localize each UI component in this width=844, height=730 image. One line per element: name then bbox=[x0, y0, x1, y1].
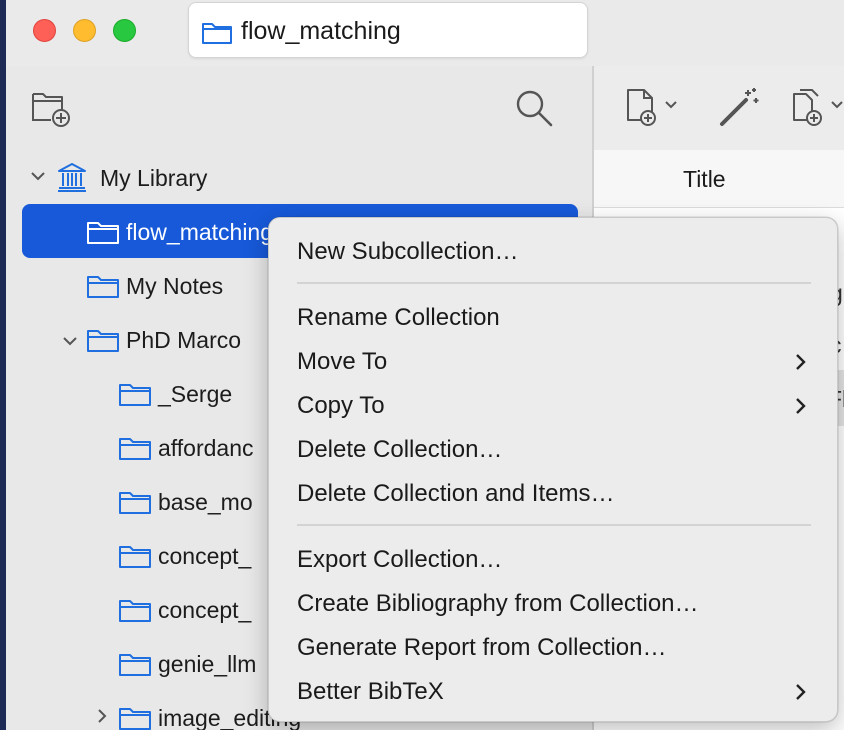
menu-item-delete-collection[interactable]: Delete Collection… bbox=[297, 436, 502, 464]
attachment-icon bbox=[790, 89, 844, 134]
new-item-button[interactable] bbox=[622, 86, 686, 135]
title-column-header[interactable]: Title bbox=[594, 150, 844, 208]
menu-separator bbox=[297, 524, 811, 526]
folder-icon bbox=[118, 596, 152, 629]
folder-icon bbox=[86, 326, 120, 359]
tree-item-label: flow_matching bbox=[126, 219, 274, 245]
new-collection-button[interactable] bbox=[30, 90, 74, 135]
items-toolbar bbox=[594, 66, 844, 151]
folder-icon bbox=[118, 704, 152, 730]
tree-item-label: concept_ bbox=[158, 543, 252, 569]
menu-item-create-bibliography[interactable]: Create Bibliography from Collection… bbox=[297, 590, 699, 618]
search-icon bbox=[514, 90, 554, 132]
chevron-down-icon[interactable] bbox=[30, 169, 46, 187]
chevron-right-icon[interactable] bbox=[96, 708, 108, 729]
tab-title: flow_matching bbox=[241, 17, 401, 45]
magic-wand-button[interactable] bbox=[718, 84, 762, 135]
folder-icon bbox=[118, 488, 152, 521]
folder-icon bbox=[86, 218, 120, 251]
new-item-icon bbox=[622, 89, 686, 134]
chevron-right-icon bbox=[794, 352, 808, 377]
folder-icon bbox=[118, 650, 152, 683]
menu-item-copy-to[interactable]: Copy To bbox=[297, 392, 385, 420]
chevron-right-icon bbox=[794, 396, 808, 421]
new-collection-icon bbox=[30, 93, 74, 134]
search-button[interactable] bbox=[514, 88, 554, 133]
zoom-window-button[interactable] bbox=[113, 19, 136, 42]
tree-item-label: _Serge bbox=[158, 381, 233, 407]
folder-icon bbox=[201, 19, 233, 50]
column-title-label: Title bbox=[683, 166, 726, 192]
menu-item-export-collection[interactable]: Export Collection… bbox=[297, 546, 502, 574]
folder-icon bbox=[86, 272, 120, 305]
folder-icon bbox=[118, 380, 152, 413]
tree-item-label: PhD Marco bbox=[126, 327, 242, 353]
tree-item-my-library[interactable]: My Library bbox=[28, 153, 588, 203]
app-window: flow_matching My Library flow_matching M… bbox=[6, 0, 844, 730]
title-bar: flow_matching bbox=[6, 0, 844, 66]
magic-wand-icon bbox=[718, 88, 762, 134]
menu-item-better-bibtex[interactable]: Better BibTeX bbox=[297, 678, 444, 706]
chevron-down-icon[interactable] bbox=[62, 334, 78, 352]
menu-item-move-to[interactable]: Move To bbox=[297, 348, 387, 376]
menu-item-delete-collection-and-items[interactable]: Delete Collection and Items… bbox=[297, 480, 614, 508]
folder-icon bbox=[118, 542, 152, 575]
library-icon bbox=[56, 161, 88, 198]
tree-item-label: affordanc bbox=[158, 435, 254, 461]
collection-context-menu: New Subcollection… Rename Collection Mov… bbox=[268, 217, 838, 722]
folder-icon bbox=[118, 434, 152, 467]
tree-item-label: My Library bbox=[100, 165, 208, 191]
menu-item-new-subcollection[interactable]: New Subcollection… bbox=[297, 238, 518, 266]
menu-item-generate-report[interactable]: Generate Report from Collection… bbox=[297, 634, 667, 662]
menu-separator bbox=[297, 282, 811, 284]
add-attachment-button[interactable] bbox=[790, 86, 844, 135]
menu-item-rename-collection[interactable]: Rename Collection bbox=[297, 304, 500, 332]
library-tab[interactable]: flow_matching bbox=[188, 2, 588, 58]
tree-item-label: My Notes bbox=[126, 273, 224, 299]
tree-item-label: concept_ bbox=[158, 597, 252, 623]
chevron-right-icon bbox=[794, 682, 808, 707]
close-window-button[interactable] bbox=[33, 19, 56, 42]
tree-item-label: genie_llm bbox=[158, 651, 257, 677]
minimize-window-button[interactable] bbox=[73, 19, 96, 42]
tree-item-label: base_mo bbox=[158, 489, 253, 515]
